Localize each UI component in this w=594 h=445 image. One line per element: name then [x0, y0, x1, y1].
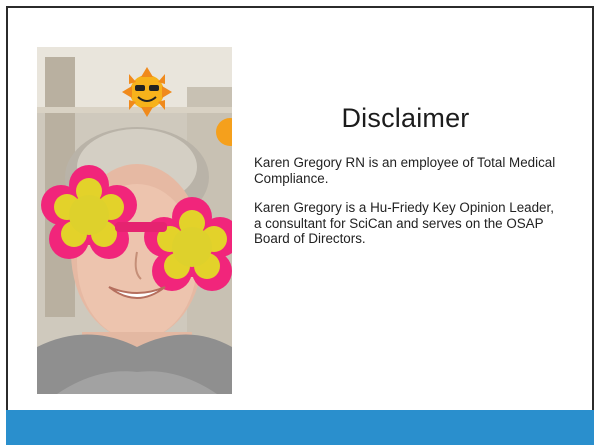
footer-bar — [6, 410, 594, 445]
slide: Disclaimer Karen Gregory RN is an employ… — [0, 0, 594, 445]
slide-frame-top — [6, 6, 594, 8]
slide-frame-left — [6, 6, 8, 410]
disclaimer-paragraph-2: Karen Gregory is a Hu-Friedy Key Opinion… — [254, 200, 554, 246]
slide-title: Disclaimer — [341, 103, 470, 133]
disclaimer-paragraph-1: Karen Gregory RN is an employee of Total… — [254, 155, 556, 186]
presenter-photo — [37, 47, 232, 394]
